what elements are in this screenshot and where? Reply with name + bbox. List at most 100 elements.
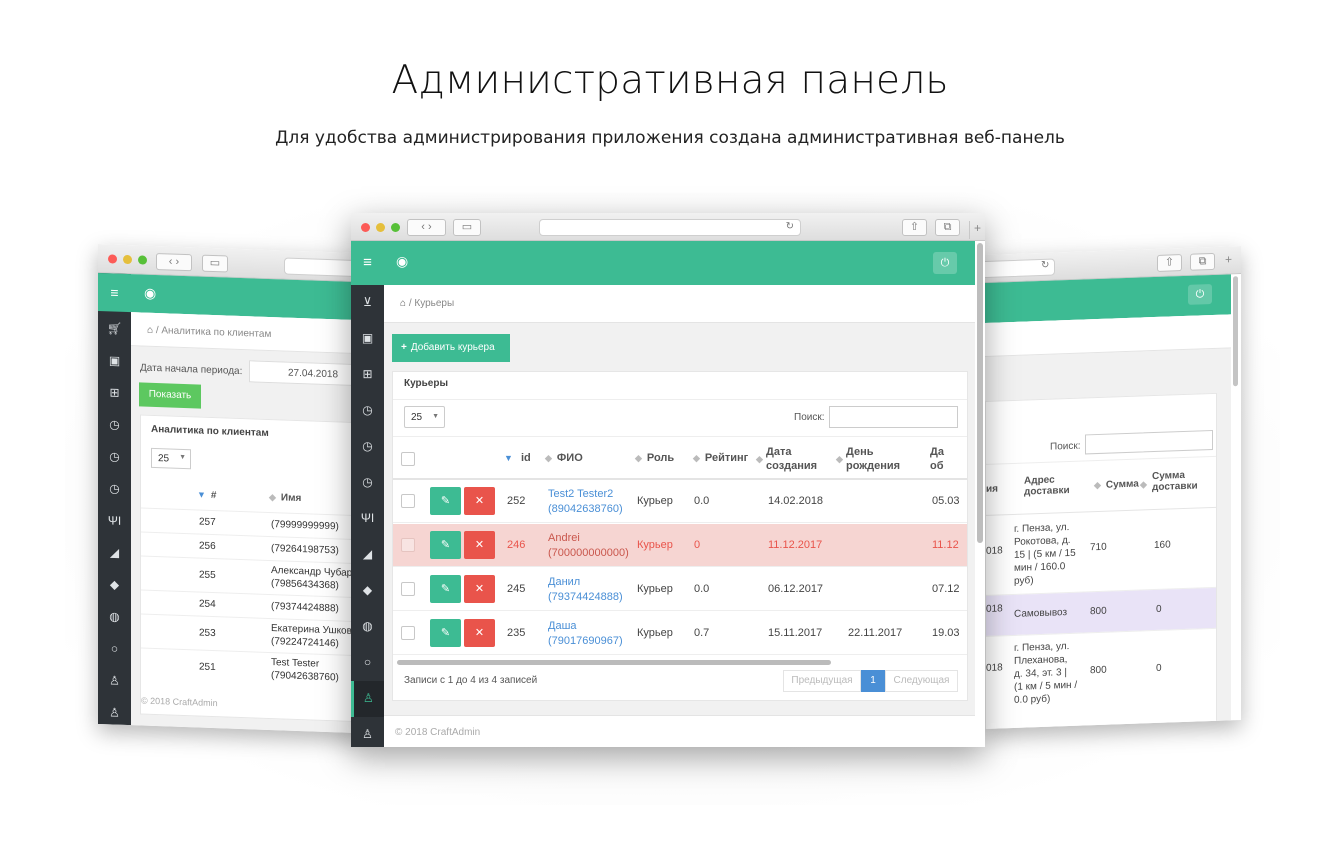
address-bar[interactable]: ↻ [539, 219, 801, 236]
maximize-dot[interactable] [138, 255, 147, 265]
col-header-role[interactable]: ◆ Роль [635, 452, 674, 464]
row-checkbox[interactable] [401, 494, 415, 508]
col-header-birthday[interactable]: ◆ День рождения [836, 445, 906, 473]
edit-button[interactable]: ✎ [430, 619, 461, 647]
table-row[interactable]: 251 Test Tester (79042638760) [141, 647, 362, 690]
reload-icon[interactable]: ↻ [786, 221, 794, 232]
scrollbar[interactable] [977, 243, 983, 543]
maximize-dot[interactable] [391, 223, 400, 232]
minimize-dot[interactable] [123, 254, 132, 265]
comment-icon[interactable]: ○ [98, 641, 131, 656]
comment-icon[interactable]: ○ [351, 655, 384, 669]
page-1-button[interactable]: 1 [861, 670, 885, 692]
col-header-id[interactable]: ▼ # [197, 489, 216, 501]
next-page-button[interactable]: Следующая [885, 670, 958, 692]
clock-icon[interactable]: ◷ [98, 417, 131, 432]
back-forward-icon[interactable]: ‹ › [156, 253, 192, 272]
sidebar-toggle-icon[interactable]: ▭ [202, 254, 228, 273]
reload-icon[interactable]: ↻ [1041, 260, 1049, 271]
clock-icon[interactable]: ◷ [351, 403, 384, 417]
users-icon[interactable]: ♙ [351, 727, 384, 741]
cart-icon[interactable]: ▣ [351, 331, 384, 345]
home-icon[interactable]: ⌂ [400, 298, 406, 309]
col-header-sum[interactable]: ◆ Сумма [1094, 479, 1139, 492]
courier-link[interactable]: Данил (79374424888) [548, 575, 623, 605]
power-icon[interactable]: ⏻ [1188, 284, 1212, 305]
cart-icon[interactable]: 🛒︎ [98, 321, 131, 336]
tabs-icon[interactable]: ⧉ [935, 219, 960, 236]
users-icon[interactable]: ♙ [98, 673, 131, 688]
row-checkbox[interactable] [401, 626, 415, 640]
back-forward-icon[interactable]: ‹ › [407, 219, 446, 236]
col-header-rating[interactable]: ◆ Рейтинг [693, 452, 748, 464]
edit-button[interactable]: ✎ [430, 531, 461, 559]
new-tab-icon[interactable]: + [1225, 252, 1232, 266]
delete-button[interactable]: ✕ [464, 575, 495, 603]
new-tab-icon[interactable]: + [969, 221, 985, 239]
col-header-created[interactable]: ◆ Дата создания [756, 445, 826, 473]
add-courier-button[interactable]: + Добавить курьера [392, 334, 510, 362]
table-row[interactable]: 018 г. Пенза, ул. Рокотова, д. 15 | (5 к… [986, 507, 1216, 596]
courier-link[interactable]: Даша (79017690967) [548, 619, 623, 649]
show-button[interactable]: Показать [139, 382, 201, 409]
cutlery-icon[interactable]: ΨΙ [98, 513, 131, 528]
row-checkbox[interactable] [401, 582, 415, 596]
table-row[interactable]: ✎ ✕ 252 Test2 Tester2 (89042638760) Курье… [393, 480, 967, 523]
home-icon[interactable]: ⌂ [147, 325, 153, 336]
couriers-nav-item[interactable]: ♙ [351, 681, 384, 717]
basket-icon[interactable]: ⊞ [98, 385, 131, 400]
chat-icon[interactable]: ◍ [351, 619, 384, 633]
table-row[interactable]: ✎ ✕ 246 Andrei (700000000000) Курьер 0 11… [393, 524, 967, 567]
col-header-delivery[interactable]: ◆ Сумма доставки [1140, 469, 1212, 493]
chat-icon[interactable]: ◍ [98, 609, 131, 624]
close-dot[interactable] [108, 254, 117, 264]
clock-icon[interactable]: ◷ [351, 475, 384, 489]
col-header-address[interactable]: Адрес доставки [1024, 473, 1084, 498]
select-all-checkbox[interactable] [401, 452, 415, 466]
users-icon[interactable]: ♙ [98, 705, 131, 720]
period-input[interactable]: 27.04.2018 [249, 360, 363, 387]
search-input[interactable] [829, 406, 958, 428]
tabs-icon[interactable]: ⧉ [1190, 252, 1215, 271]
col-header-name[interactable]: ◆ Имя [269, 492, 301, 504]
search-input[interactable] [1085, 429, 1213, 455]
menu-icon[interactable]: ≡ [98, 273, 131, 313]
col-header-fio[interactable]: ◆ ФИО [545, 452, 583, 464]
row-checkbox[interactable] [401, 538, 415, 552]
tags-icon[interactable]: ◆ [98, 577, 131, 592]
share-icon[interactable]: ⇧ [902, 219, 927, 236]
sidebar-toggle-icon[interactable]: ▭ [453, 219, 481, 236]
drink-icon[interactable]: ◢ [98, 545, 131, 560]
clock-icon[interactable]: ◷ [98, 449, 131, 464]
share-icon[interactable]: ⇧ [1157, 254, 1182, 272]
eye-icon[interactable]: ◉ [144, 285, 156, 302]
drink-icon[interactable]: ◢ [351, 547, 384, 561]
tags-icon[interactable]: ◆ [351, 583, 384, 597]
scrollbar[interactable] [1233, 276, 1238, 387]
basket-icon[interactable]: ⊞ [351, 367, 384, 381]
prev-page-button[interactable]: Предыдущая [783, 670, 861, 692]
cart-icon[interactable]: ⊻ [351, 295, 384, 309]
col-header-date[interactable]: ия [986, 483, 998, 494]
cutlery-icon[interactable]: ΨΙ [351, 511, 384, 525]
col-header-id[interactable]: ▼ id [504, 452, 531, 464]
menu-icon[interactable]: ≡ [351, 241, 384, 285]
close-dot[interactable] [361, 223, 370, 232]
cart-icon[interactable]: ▣ [98, 353, 131, 368]
courier-link[interactable]: Test2 Tester2 (89042638760) [548, 487, 623, 517]
edit-button[interactable]: ✎ [430, 575, 461, 603]
col-header-last[interactable]: ◆Да об [930, 445, 960, 475]
horizontal-scrollbar[interactable] [397, 660, 831, 665]
page-size-select[interactable]: 25 ▼ [151, 447, 191, 470]
power-icon[interactable]: ⏻ [933, 252, 957, 274]
table-row[interactable]: 018 г. Пенза, ул. Плеханова, д. 34, эт. … [986, 627, 1216, 716]
table-row[interactable]: ✎ ✕ 245 Данил (79374424888) Курьер 0.0 06… [393, 568, 967, 611]
table-row[interactable]: ✎ ✕ 235 Даша (79017690967) Курьер 0.7 15.… [393, 612, 967, 655]
clock-icon[interactable]: ◷ [98, 481, 131, 496]
delete-button[interactable]: ✕ [464, 619, 495, 647]
delete-button[interactable]: ✕ [464, 531, 495, 559]
eye-icon[interactable]: ◉ [396, 253, 408, 270]
edit-button[interactable]: ✎ [430, 487, 461, 515]
delete-button[interactable]: ✕ [464, 487, 495, 515]
minimize-dot[interactable] [376, 223, 385, 232]
